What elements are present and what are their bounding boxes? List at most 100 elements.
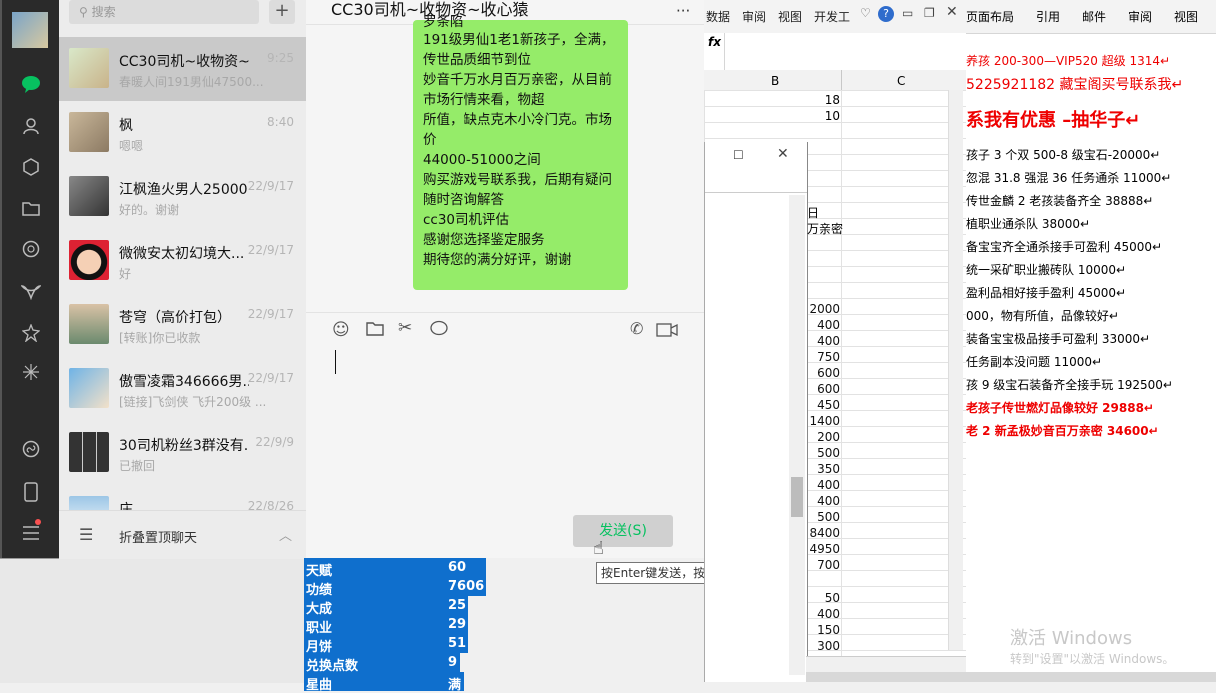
cell-value: 2000 <box>809 302 840 316</box>
conversation-name: 微微安太初幻境大... <box>119 246 245 262</box>
message-line: 感谢您选择鉴定服务 <box>423 232 545 248</box>
cell-value: 450 <box>817 398 840 412</box>
ribbon-tab[interactable]: 邮件 <box>1082 8 1106 25</box>
windows-watermark-sub: 转到"设置"以激活 Windows。 <box>1010 652 1175 666</box>
chat-bubble-icon[interactable] <box>430 320 448 340</box>
minimize-icon[interactable]: ▭ <box>902 6 913 20</box>
message-bubble: 罗条陷 191级男仙1老1新孩子，全满， 传世品质细节到位 妙音千万水月百万亲密… <box>413 14 628 290</box>
video-call-icon[interactable] <box>656 322 678 341</box>
table-row[interactable]: 天赋 60 <box>304 558 486 579</box>
cell-value: 750 <box>817 350 840 364</box>
chevron-down-icon[interactable]: ♡ <box>860 6 871 20</box>
voice-call-icon[interactable]: ✆ <box>630 319 643 338</box>
fold-pinned-chats[interactable]: ☰ 折叠置顶聊天 ︿ <box>59 510 306 559</box>
conversation-item[interactable]: 傲雪凌霜346666男... 22/9/17 [链接]飞剑侠 飞升200级 ..… <box>59 357 306 421</box>
formula-divider <box>724 33 725 70</box>
column-header-row: B C <box>704 70 966 91</box>
doc-line: 备宝宝齐全通杀接手可盈利 45000↵ <box>966 240 1163 254</box>
channels-icon[interactable] <box>19 280 43 304</box>
table-row[interactable]: 职业 29 <box>304 615 468 636</box>
message-line: 价 <box>423 132 437 148</box>
folder-icon[interactable] <box>366 320 384 340</box>
cell-value: 300 <box>817 639 840 653</box>
ribbon-tab[interactable]: 审阅 <box>742 8 766 25</box>
conversation-time: 22/9/17 <box>247 307 294 321</box>
conversation-item[interactable]: 庄 22/8/26 <box>59 485 306 510</box>
favorites-icon[interactable] <box>19 155 43 179</box>
cell-value: 400 <box>817 478 840 492</box>
emoji-icon[interactable]: ☺ <box>332 320 350 340</box>
formula-bar[interactable]: fx <box>704 33 966 71</box>
conversation-item[interactable]: 江枫渔火男人25000 22/9/17 好的。谢谢 <box>59 165 306 229</box>
avatar <box>69 304 109 344</box>
conversation-name: 30司机粉丝3群没有... <box>119 438 249 454</box>
phone-icon[interactable] <box>19 480 43 504</box>
row-value: 9 <box>448 655 458 670</box>
conversation-item[interactable]: 枫 8:40 嗯嗯 <box>59 101 306 165</box>
cell-text: 万亲密 <box>807 222 844 236</box>
restore-icon[interactable]: ❐ <box>924 6 935 20</box>
scissors-icon[interactable]: ✂ <box>398 318 412 338</box>
doc-line: 植职业通杀队 38000↵ <box>966 217 1091 231</box>
folder-icon[interactable] <box>19 196 43 220</box>
conversation-name: 庄 <box>119 502 133 510</box>
search-icon: ⚲ <box>79 5 88 19</box>
search-app-icon[interactable] <box>19 360 43 384</box>
avatar <box>69 368 109 408</box>
conversation-item[interactable]: 30司机粉丝3群没有... 22/9/9 已撤回 <box>59 421 306 485</box>
doc-line: 装备宝宝极品接手可盈利 33000↵ <box>966 332 1151 346</box>
look-icon[interactable] <box>19 321 43 345</box>
notification-dot <box>35 519 41 525</box>
column-header[interactable]: C <box>897 74 905 88</box>
user-avatar[interactable] <box>12 12 48 48</box>
ribbon-tab[interactable]: 开发工 <box>814 8 850 25</box>
text-cursor <box>335 350 336 374</box>
table-row[interactable]: 大成 25 <box>304 596 468 617</box>
cell-value: 400 <box>817 334 840 348</box>
v-scrollbar-right[interactable] <box>948 90 963 650</box>
ribbon-tab[interactable]: 数据 <box>706 8 730 25</box>
table-row[interactable]: 功绩 7606 <box>304 577 486 598</box>
cell-value: 700 <box>817 558 840 572</box>
close-icon[interactable]: ✕ <box>946 4 958 20</box>
row-value: 25 <box>448 598 467 613</box>
more-icon[interactable]: ··· <box>676 2 690 20</box>
table-row[interactable]: 月饼 51 <box>304 634 468 655</box>
message-line: cc30司机评估 <box>423 212 510 228</box>
chat-icon[interactable] <box>19 72 43 96</box>
conversation-item[interactable]: 微微安太初幻境大... 22/9/17 好 <box>59 229 306 293</box>
avatar <box>69 112 109 152</box>
column-header[interactable]: B <box>771 74 779 88</box>
fold-label: 折叠置顶聊天 <box>119 531 198 546</box>
help-icon[interactable]: ? <box>878 6 894 22</box>
message-line: 妙音千万水月百万亲密，从目前 <box>423 72 612 88</box>
send-button[interactable]: 发送(S) <box>573 515 673 547</box>
message-input[interactable] <box>326 345 696 505</box>
table-row[interactable]: 兑换点数 9 <box>304 653 460 674</box>
doc-line: 养孩 200-300—VIP520 超级 1314↵ <box>966 54 1171 68</box>
add-chat-button[interactable]: + <box>269 0 295 24</box>
ribbon-tab[interactable]: 视图 <box>1174 8 1198 25</box>
row-value: 29 <box>448 617 467 632</box>
mouse-cursor-icon: ☝ <box>593 538 604 559</box>
ribbon-tab[interactable]: 审阅 <box>1128 8 1152 25</box>
horizontal-scrollbar[interactable] <box>806 656 966 673</box>
contacts-icon[interactable] <box>19 114 43 138</box>
conversation-name: 傲雪凌霜346666男... <box>119 374 249 390</box>
conversation-item[interactable]: CC30司机~收物资~... 9:25 春暖人间191男仙47500... <box>59 37 306 101</box>
cell-value: 8400 <box>809 526 840 540</box>
message-line: 购买游戏号联系我，后期有疑问 <box>423 172 612 188</box>
maximize-icon[interactable]: ☐ <box>733 148 744 162</box>
moments-icon[interactable] <box>19 237 43 261</box>
doc-line: 任务副本没问题 11000↵ <box>966 355 1103 369</box>
excel-ribbon: 数据 审阅 视图 开发工 ♡ ? ▭ ❐ ✕ <box>704 0 966 34</box>
conversation-item[interactable]: 苍穹（高价打包） 22/9/17 [转账]你已收款 <box>59 293 306 357</box>
search-input[interactable]: ⚲ 搜索 <box>69 0 259 24</box>
ribbon-tab[interactable]: 页面布局 <box>966 8 1014 25</box>
close-icon[interactable]: ✕ <box>777 146 789 162</box>
word-document: 页面布局 引用 邮件 审阅 视图 养孩 200-300—VIP520 超级 13… <box>966 0 1216 682</box>
ribbon-tab[interactable]: 视图 <box>778 8 802 25</box>
ribbon-tab[interactable]: 引用 <box>1036 8 1060 25</box>
mini-program-icon[interactable] <box>19 437 43 461</box>
cell-value: 500 <box>817 446 840 460</box>
